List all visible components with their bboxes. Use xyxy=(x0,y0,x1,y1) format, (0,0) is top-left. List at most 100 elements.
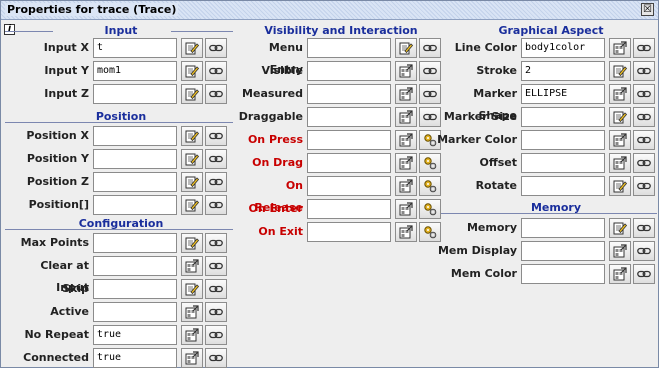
position-z-link-button[interactable] xyxy=(205,172,227,192)
title-bar[interactable]: Properties for trace (Trace) ☒ xyxy=(1,1,658,20)
mem-color-link-button[interactable] xyxy=(633,264,655,284)
stroke-field[interactable]: 2 xyxy=(521,61,605,81)
input-y-field[interactable]: mom1 xyxy=(93,61,177,81)
input-z-edit-button[interactable] xyxy=(181,84,203,104)
on-press-field[interactable] xyxy=(307,130,391,150)
property-row-mem-display: Mem Display xyxy=(437,240,655,262)
line-color-field[interactable]: body1color xyxy=(521,38,605,58)
skip-link-button[interactable] xyxy=(205,279,227,299)
draggable-field[interactable] xyxy=(307,107,391,127)
input-x-link-button[interactable] xyxy=(205,38,227,58)
on-enter-gears-button[interactable] xyxy=(419,199,441,219)
max-points-field[interactable] xyxy=(93,233,177,253)
active-link-button[interactable] xyxy=(205,302,227,322)
position-x-link-button[interactable] xyxy=(205,126,227,146)
info-icon[interactable]: i xyxy=(4,24,15,35)
connected-select-button[interactable] xyxy=(181,348,203,368)
marker-size-link-button[interactable] xyxy=(633,107,655,127)
active-select-button[interactable] xyxy=(181,302,203,322)
marker-color-field[interactable] xyxy=(521,130,605,150)
memory-edit-button[interactable] xyxy=(609,218,631,238)
stroke-edit-button[interactable] xyxy=(609,61,631,81)
on-exit-select-button[interactable] xyxy=(395,222,417,242)
stroke-link-button[interactable] xyxy=(633,61,655,81)
line-color-link-button[interactable] xyxy=(633,38,655,58)
position-link-button[interactable] xyxy=(205,195,227,215)
mem-color-field[interactable] xyxy=(521,264,605,284)
mem-display-field[interactable] xyxy=(521,241,605,261)
position-x-field[interactable] xyxy=(93,126,177,146)
close-icon[interactable]: ☒ xyxy=(641,3,654,16)
on-release-select-button[interactable] xyxy=(395,176,417,196)
property-row-position: Position[] xyxy=(5,194,227,216)
input-y-edit-button[interactable] xyxy=(181,61,203,81)
skip-field[interactable] xyxy=(93,279,177,299)
mem-display-link-button[interactable] xyxy=(633,241,655,261)
input-y-link-button[interactable] xyxy=(205,61,227,81)
input-x-edit-button[interactable] xyxy=(181,38,203,58)
on-drag-field[interactable] xyxy=(307,153,391,173)
property-row-draggable: Draggable xyxy=(237,106,441,128)
position-edit-button[interactable] xyxy=(181,195,203,215)
on-press-select-button[interactable] xyxy=(395,130,417,150)
property-row-position-z: Position Z xyxy=(5,171,227,193)
rotate-link-button[interactable] xyxy=(633,176,655,196)
input-x-field[interactable]: t xyxy=(93,38,177,58)
offset-link-button[interactable] xyxy=(633,153,655,173)
marker-shape-select-button[interactable] xyxy=(609,84,631,104)
position-y-link-button[interactable] xyxy=(205,149,227,169)
clear-at-input-link-button[interactable] xyxy=(205,256,227,276)
memory-link-button[interactable] xyxy=(633,218,655,238)
mem-display-select-button[interactable] xyxy=(609,241,631,261)
line-color-select-button[interactable] xyxy=(609,38,631,58)
offset-field[interactable] xyxy=(521,153,605,173)
position-field[interactable] xyxy=(93,195,177,215)
marker-shape-field[interactable]: ELLIPSE xyxy=(521,84,605,104)
position-x-edit-button[interactable] xyxy=(181,126,203,146)
offset-select-button[interactable] xyxy=(609,153,631,173)
connected-link-button[interactable] xyxy=(205,348,227,368)
visible-select-button[interactable] xyxy=(395,61,417,81)
on-exit-field[interactable] xyxy=(307,222,391,242)
marker-shape-link-button[interactable] xyxy=(633,84,655,104)
mem-color-select-button[interactable] xyxy=(609,264,631,284)
no-repeat-select-button[interactable] xyxy=(181,325,203,345)
property-row-rotate: Rotate xyxy=(437,175,655,197)
clear-at-input-field[interactable] xyxy=(93,256,177,276)
no-repeat-field[interactable]: true xyxy=(93,325,177,345)
property-row-no-repeat: No Repeat true xyxy=(5,324,227,346)
rotate-edit-button[interactable] xyxy=(609,176,631,196)
input-z-field[interactable] xyxy=(93,84,177,104)
marker-color-select-button[interactable] xyxy=(609,130,631,150)
position-z-field[interactable] xyxy=(93,172,177,192)
position-y-field[interactable] xyxy=(93,149,177,169)
connected-field[interactable]: true xyxy=(93,348,177,368)
draggable-select-button[interactable] xyxy=(395,107,417,127)
measured-field[interactable] xyxy=(307,84,391,104)
on-enter-select-button[interactable] xyxy=(395,199,417,219)
on-release-field[interactable] xyxy=(307,176,391,196)
max-points-link-button[interactable] xyxy=(205,233,227,253)
skip-edit-button[interactable] xyxy=(181,279,203,299)
memory-field[interactable] xyxy=(521,218,605,238)
menu-entry-edit-button[interactable] xyxy=(395,38,417,58)
property-row-menu-entry: Menu Entry xyxy=(237,37,441,76)
marker-size-field[interactable] xyxy=(521,107,605,127)
no-repeat-link-button[interactable] xyxy=(205,325,227,345)
active-field[interactable] xyxy=(93,302,177,322)
visible-field[interactable] xyxy=(307,61,391,81)
on-enter-field[interactable] xyxy=(307,199,391,219)
clear-at-input-select-button[interactable] xyxy=(181,256,203,276)
property-row-skip: Skip xyxy=(5,278,227,300)
menu-entry-field[interactable] xyxy=(307,38,391,58)
measured-select-button[interactable] xyxy=(395,84,417,104)
property-row-on-drag: On Drag xyxy=(237,152,441,174)
marker-size-edit-button[interactable] xyxy=(609,107,631,127)
on-drag-select-button[interactable] xyxy=(395,153,417,173)
position-y-edit-button[interactable] xyxy=(181,149,203,169)
max-points-edit-button[interactable] xyxy=(181,233,203,253)
rotate-field[interactable] xyxy=(521,176,605,196)
marker-color-link-button[interactable] xyxy=(633,130,655,150)
input-z-link-button[interactable] xyxy=(205,84,227,104)
position-z-edit-button[interactable] xyxy=(181,172,203,192)
